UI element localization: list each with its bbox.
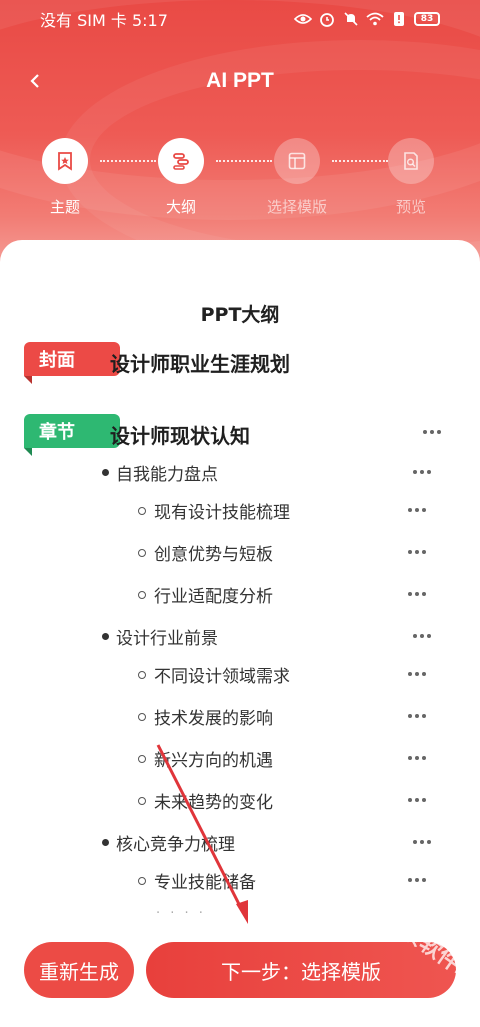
chapter-tag: 章节 [24,414,120,456]
chevron-left-icon [30,74,39,88]
preview-icon [404,152,418,170]
alarm-icon [318,10,336,28]
bookmark-icon [58,152,72,171]
cover-tag: 封面 [24,342,120,384]
step-preview[interactable]: 预览 [371,138,451,217]
more-options-icon[interactable] [405,666,429,682]
cover-title[interactable]: 设计师职业生涯规划 [110,348,290,377]
outline-item[interactable]: 行业适配度分析 [138,582,273,607]
nav-bar: AI PPT [0,58,480,104]
more-options-icon[interactable] [405,586,429,602]
back-button[interactable] [20,64,50,98]
template-icon [288,152,306,170]
mute-icon [342,10,360,28]
outline-section[interactable]: 核心竞争力梳理 [102,830,235,855]
outline-icon [173,153,189,170]
step-template[interactable]: 选择模版 [252,138,342,217]
more-content-indicator: · · · · [156,906,206,921]
more-options-icon[interactable] [405,750,429,766]
eye-icon [294,10,312,28]
status-bar: 没有 SIM 卡 5:17 83 [0,0,480,38]
outline-item[interactable]: 专业技能储备 [138,868,256,893]
more-options-icon[interactable] [405,792,429,808]
step-label: 大纲 [165,198,196,216]
outline-item[interactable]: 不同设计领域需求 [138,662,290,687]
regenerate-button[interactable]: 重新生成 [24,942,134,998]
outline-title: PPT大纲 [200,304,280,326]
outline-item[interactable]: 新兴方向的机遇 [138,746,273,771]
more-options-icon[interactable] [410,464,434,480]
outline-section[interactable]: 自我能力盘点 [102,460,218,485]
outline-item[interactable]: 创意优势与短板 [138,540,273,565]
carrier-time: 没有 SIM 卡 5:17 [40,11,168,30]
more-options-icon[interactable] [405,872,429,888]
step-label: 预览 [395,198,426,216]
more-options-icon[interactable] [405,502,429,518]
step-indicator: 主题 大纲 选择模版 预览 [0,138,480,218]
step-theme[interactable]: 主题 [25,138,105,217]
more-options-icon[interactable] [405,544,429,560]
outline-item[interactable]: 未来趋势的变化 [138,788,273,813]
alert-icon [390,10,408,28]
step-label: 选择模版 [266,198,327,216]
page-title: AI PPT [206,69,274,92]
more-options-icon[interactable] [410,628,434,644]
status-icons: 83 [294,10,440,28]
step-outline[interactable]: 大纲 [141,138,221,217]
more-options-icon[interactable] [405,708,429,724]
wifi-icon [366,10,384,28]
outline-section[interactable]: 设计行业前景 [102,624,218,649]
outline-item[interactable]: 现有设计技能梳理 [138,498,290,523]
more-options-icon[interactable] [420,424,444,440]
step-label: 主题 [49,198,80,216]
more-options-icon[interactable] [410,834,434,850]
chapter-title[interactable]: 设计师现状认知 [110,420,250,449]
outline-item[interactable]: 技术发展的影响 [138,704,273,729]
battery-indicator: 83 [414,12,440,26]
